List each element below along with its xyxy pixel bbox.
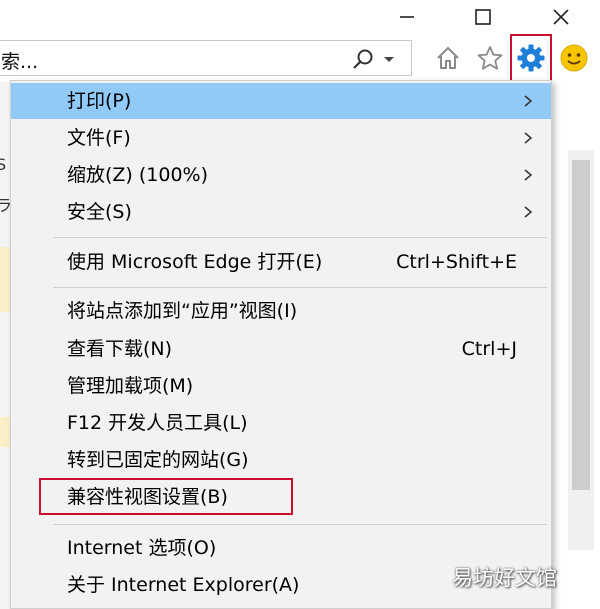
menu-item-safety[interactable]: 安全(S) xyxy=(11,194,551,230)
minimize-button[interactable] xyxy=(384,0,430,34)
chevron-right-icon xyxy=(523,157,539,193)
background-band xyxy=(0,417,10,447)
menu-item-zoom[interactable]: 缩放(Z) (100%) xyxy=(11,157,551,193)
menu-item-view-downloads[interactable]: 查看下载(N) Ctrl+J xyxy=(11,331,551,367)
menu-item-label: 文件(F) xyxy=(67,127,131,149)
search-dropdown-icon[interactable] xyxy=(381,51,397,67)
highlight-box xyxy=(39,478,293,515)
menu-item-open-in-edge[interactable]: 使用 Microsoft Edge 打开(E) Ctrl+Shift+E xyxy=(11,244,551,280)
menu-item-shortcut: Ctrl+J xyxy=(461,338,517,360)
menu-item-label: 缩放(Z) (100%) xyxy=(67,164,209,186)
gear-icon xyxy=(517,44,545,72)
menu-item-internet-options[interactable]: Internet 选项(O) xyxy=(11,530,551,566)
smiley-icon[interactable] xyxy=(556,40,592,76)
menu-item-label: 安全(S) xyxy=(67,201,132,223)
menu-item-shortcut: Ctrl+Shift+E xyxy=(396,251,517,273)
tools-menu: 打印(P) 文件(F) 缩放(Z) (100%) 安全(S) 使用 Micros… xyxy=(10,80,552,609)
close-icon xyxy=(553,9,569,25)
menu-item-manage-addons[interactable]: 管理加载项(M) xyxy=(11,368,551,404)
menu-item-label: 查看下载(N) xyxy=(67,338,173,360)
menu-item-file[interactable]: 文件(F) xyxy=(11,120,551,156)
menu-item-label: F12 开发人员工具(L) xyxy=(67,412,248,434)
menu-item-label: 使用 Microsoft Edge 打开(E) xyxy=(67,251,323,273)
star-icon[interactable] xyxy=(472,40,508,76)
menu-item-pinned-sites[interactable]: 转到已固定的网站(G) xyxy=(11,442,551,478)
background-glyph: S xyxy=(0,155,7,174)
menu-separator xyxy=(53,287,547,288)
menu-item-label: Internet 选项(O) xyxy=(67,537,217,559)
menu-item-print[interactable]: 打印(P) xyxy=(11,83,551,119)
chevron-right-icon xyxy=(523,120,539,156)
menu-item-label: 转到已固定的网站(G) xyxy=(67,449,249,471)
maximize-icon xyxy=(475,9,491,25)
menu-item-add-site-to-apps[interactable]: 将站点添加到“应用”视图(I) xyxy=(11,293,551,329)
menu-item-label: 管理加载项(M) xyxy=(67,375,194,397)
minimize-icon xyxy=(400,16,414,18)
menu-separator xyxy=(53,524,547,525)
menu-item-label: 打印(P) xyxy=(67,90,132,112)
menu-item-label: 关于 Internet Explorer(A) xyxy=(67,574,300,596)
watermark-text: 易坊好文馆 xyxy=(452,566,557,590)
menu-item-label: 将站点添加到“应用”视图(I) xyxy=(67,300,298,322)
home-icon[interactable] xyxy=(430,40,466,76)
chevron-right-icon xyxy=(523,83,539,119)
maximize-button[interactable] xyxy=(460,0,506,34)
address-bar[interactable]: 索... xyxy=(0,40,412,76)
tools-gear-button[interactable] xyxy=(510,34,552,82)
address-text: 索... xyxy=(1,51,39,73)
close-button[interactable] xyxy=(538,0,584,34)
search-icon[interactable] xyxy=(351,48,375,72)
menu-separator xyxy=(53,237,547,238)
chevron-right-icon xyxy=(523,194,539,230)
menu-item-f12-dev-tools[interactable]: F12 开发人员工具(L) xyxy=(11,405,551,441)
background-band xyxy=(0,247,10,312)
scrollbar-thumb[interactable] xyxy=(572,160,590,490)
